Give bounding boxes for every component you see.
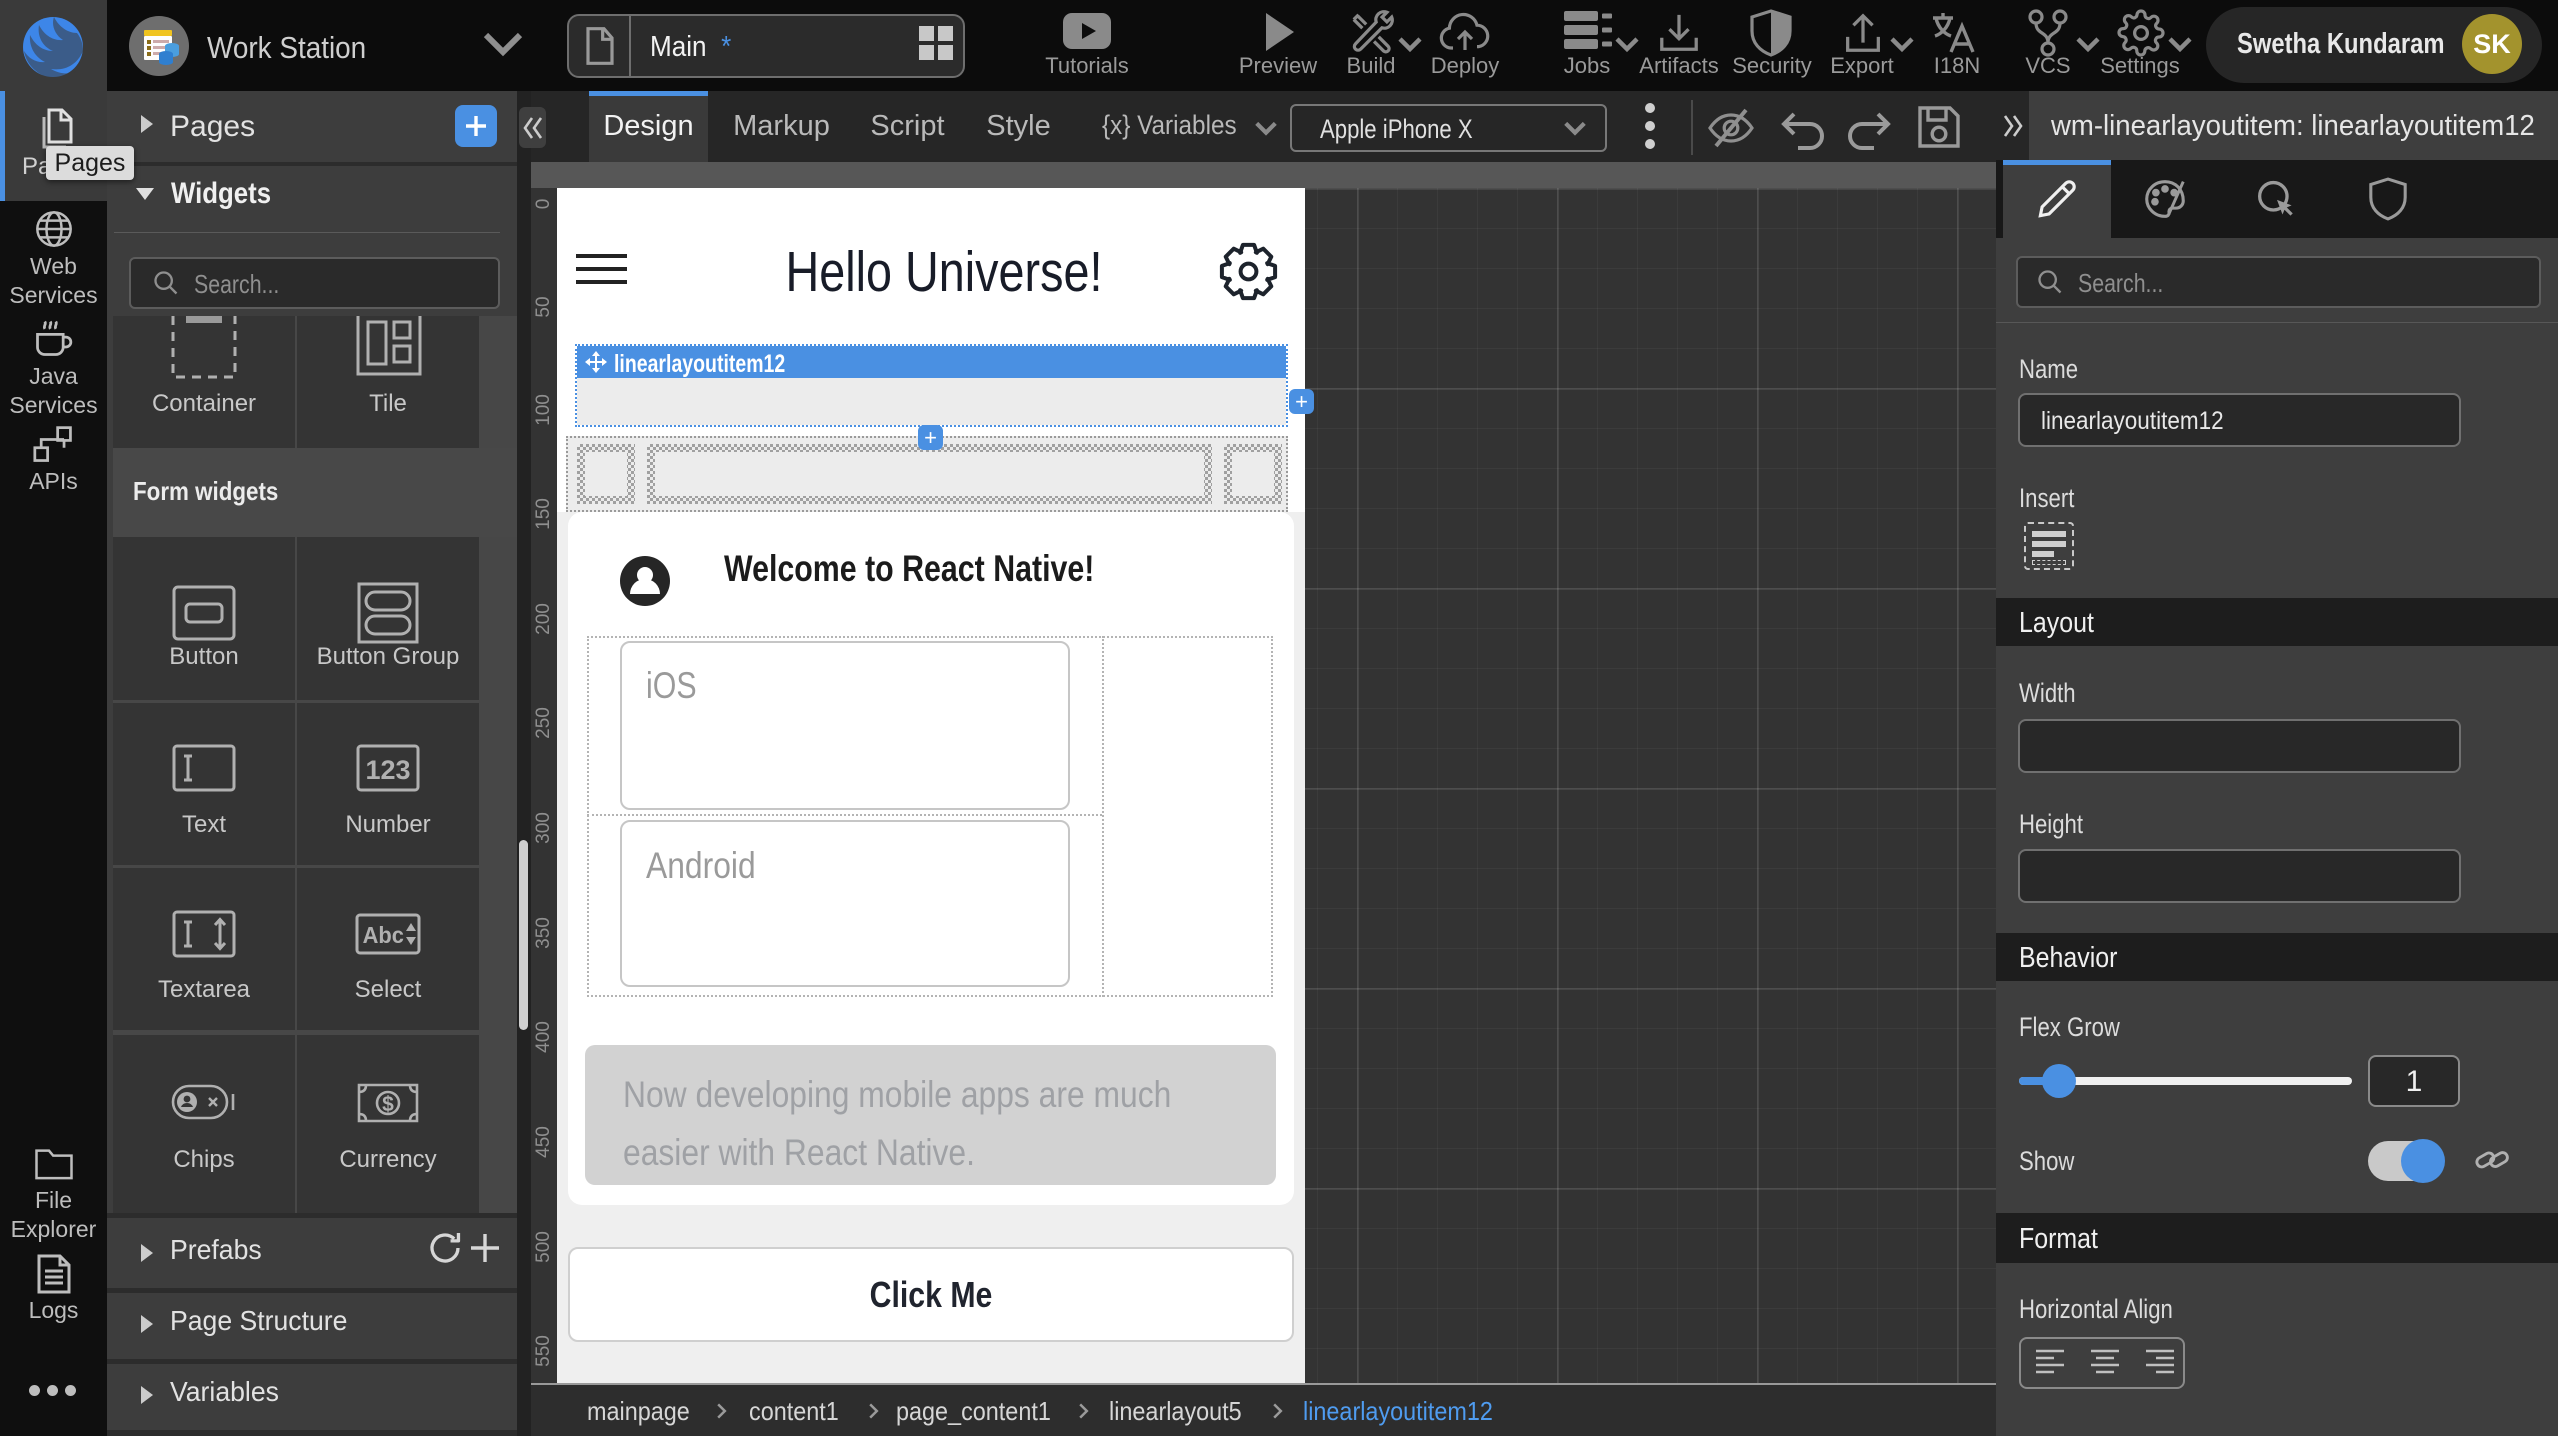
svg-text:$: $ — [382, 1093, 394, 1116]
svg-text:Abc: Abc — [363, 922, 404, 948]
svg-text:123: 123 — [365, 755, 410, 785]
